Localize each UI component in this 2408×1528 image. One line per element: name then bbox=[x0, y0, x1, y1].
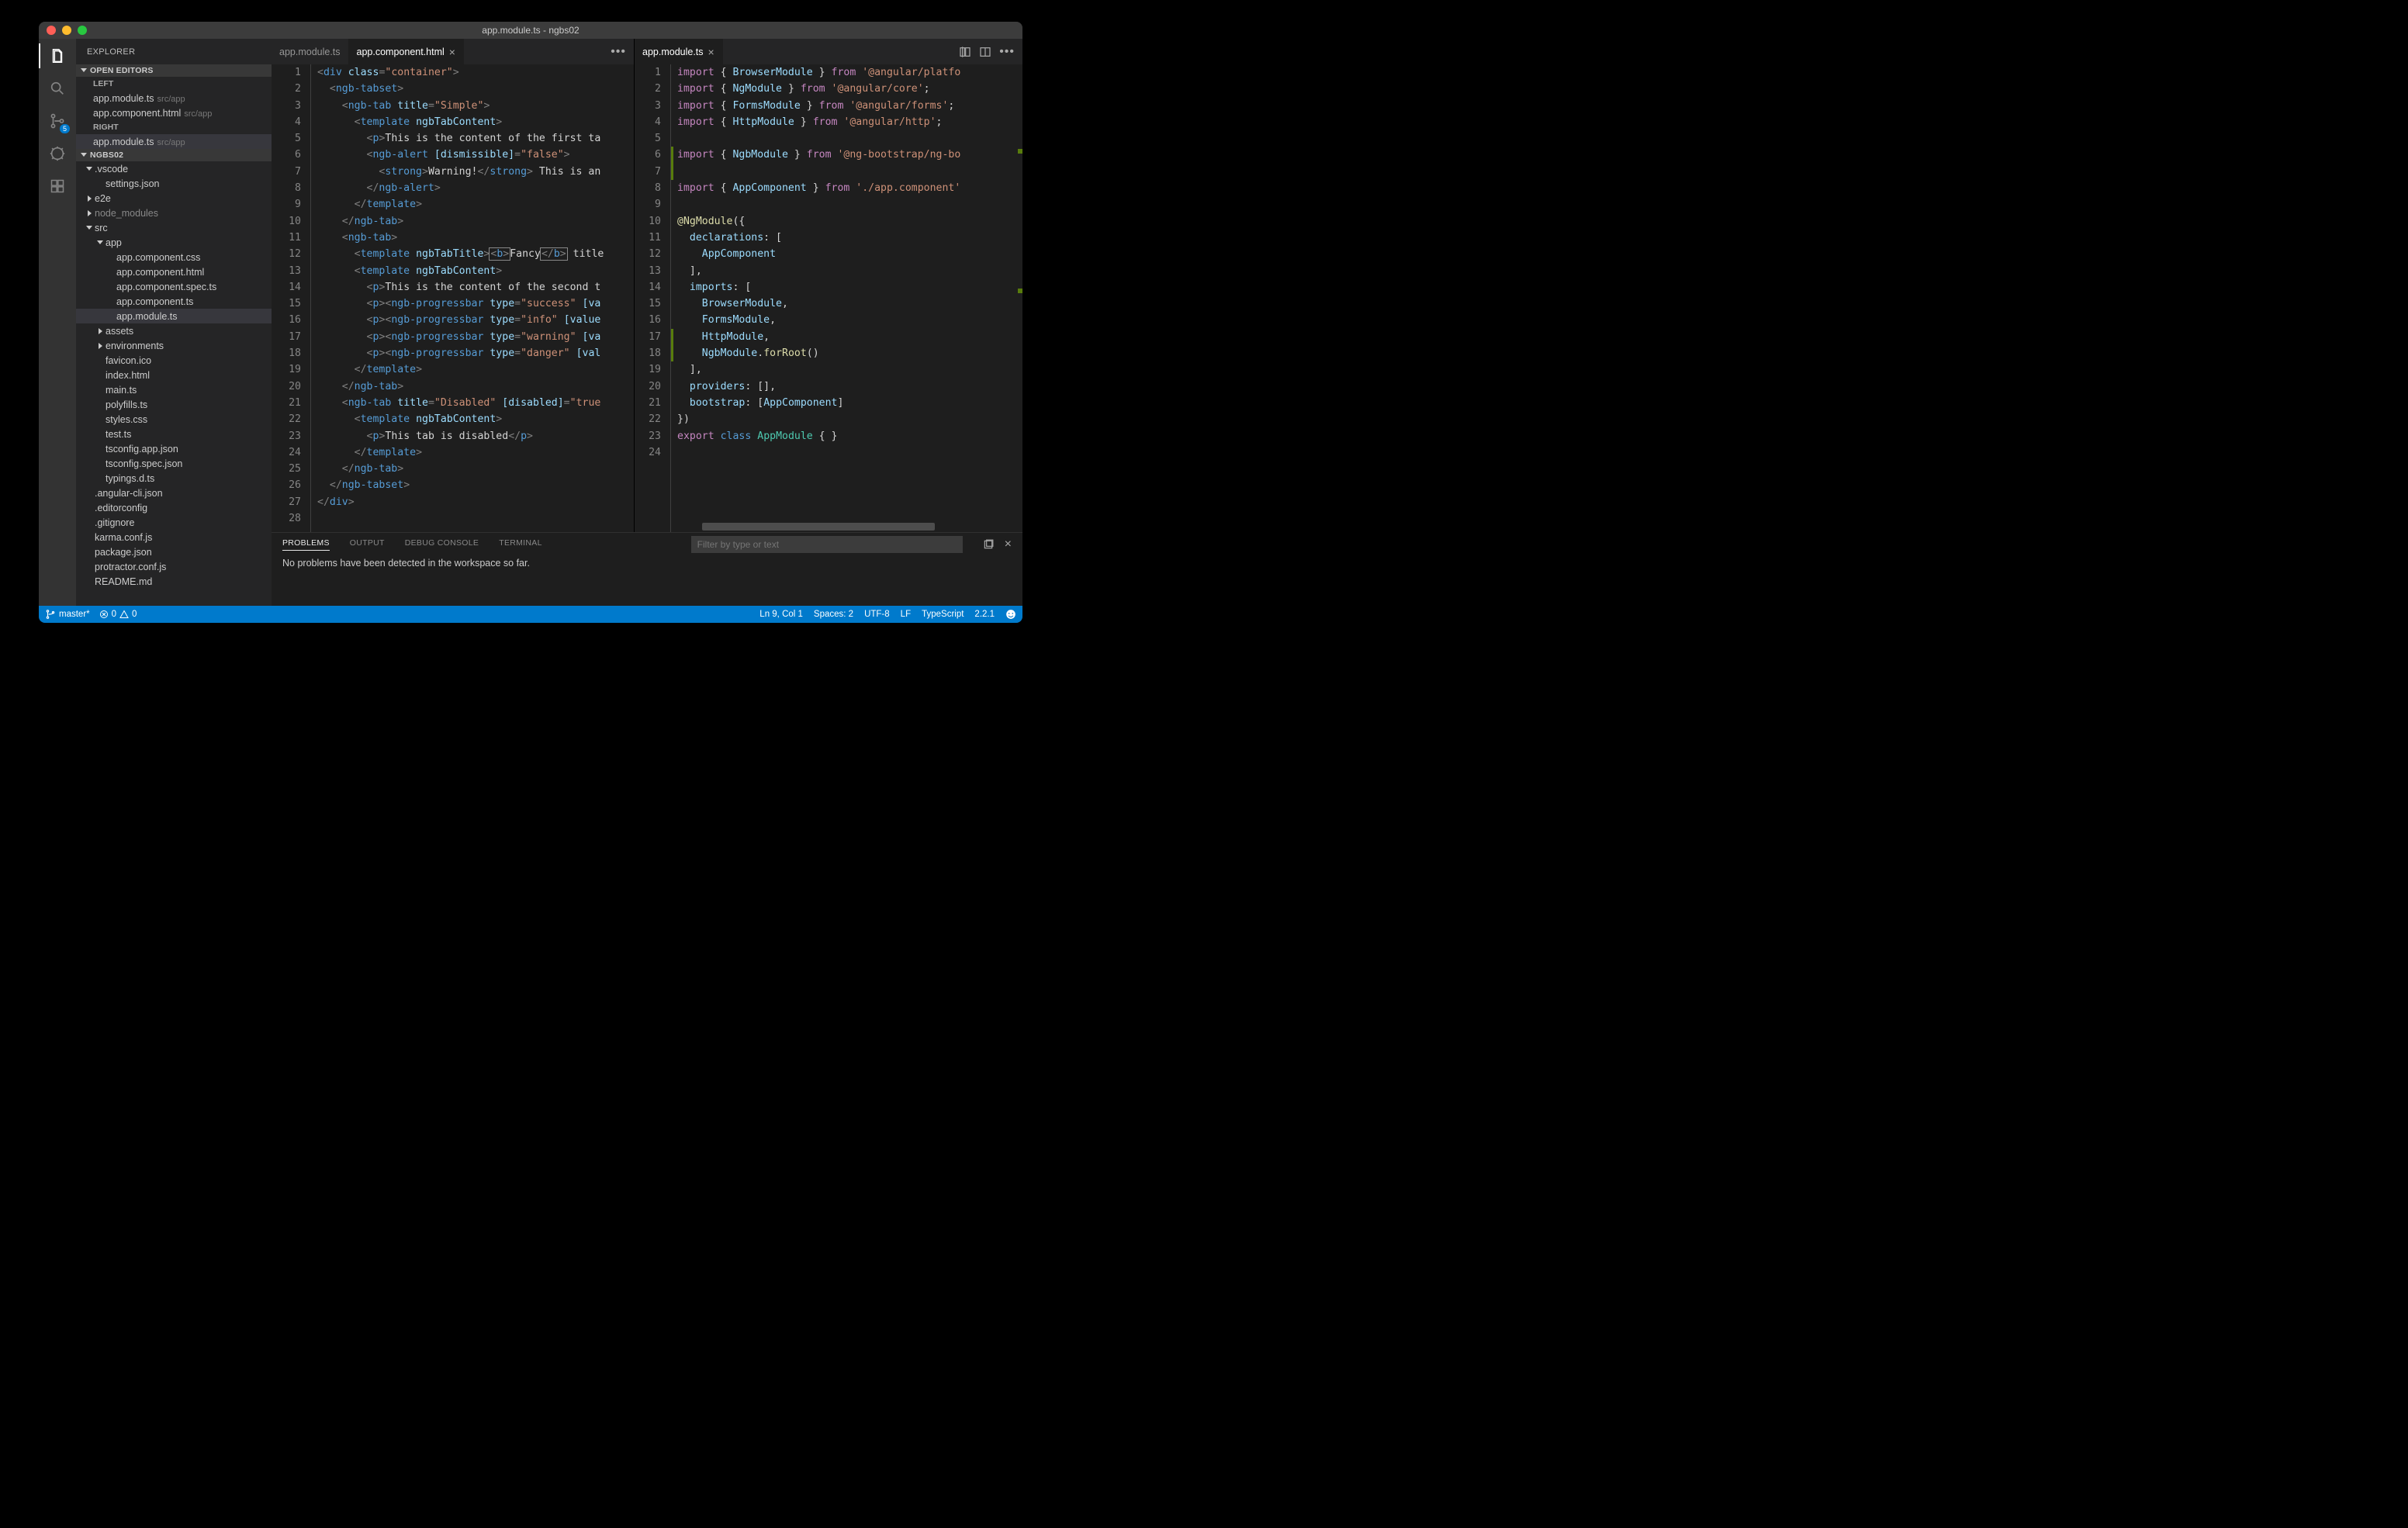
more-actions-icon[interactable]: ••• bbox=[999, 45, 1015, 59]
panel-maximize-icon[interactable] bbox=[983, 539, 994, 550]
debug-icon[interactable] bbox=[47, 143, 68, 164]
tree-item[interactable]: .angular-cli.json bbox=[76, 486, 272, 500]
git-branch[interactable]: master* bbox=[45, 609, 90, 620]
status-ln-col[interactable]: Ln 9, Col 1 bbox=[759, 610, 803, 619]
tree-item[interactable]: app.component.spec.ts bbox=[76, 279, 272, 294]
status-encoding[interactable]: UTF-8 bbox=[864, 610, 890, 619]
bottom-panel: PROBLEMS OUTPUT DEBUG CONSOLE TERMINAL × No… bbox=[272, 532, 1022, 606]
tab-close-icon[interactable]: × bbox=[708, 46, 714, 58]
tree-item[interactable]: main.ts bbox=[76, 382, 272, 397]
editor-tab[interactable]: app.module.ts bbox=[272, 39, 349, 64]
editor-group-right: app.module.ts× ••• 123456789101112131415… bbox=[635, 39, 1022, 532]
tree-item[interactable]: app.module.ts bbox=[76, 309, 272, 323]
tree-item[interactable]: styles.css bbox=[76, 412, 272, 427]
editor-left[interactable]: 1234567891011121314151617181920212223242… bbox=[272, 64, 634, 532]
tree-item[interactable]: node_modules bbox=[76, 206, 272, 220]
tree-item[interactable]: protractor.conf.js bbox=[76, 559, 272, 574]
editor-tab[interactable]: app.module.ts× bbox=[635, 39, 723, 64]
tree-item[interactable]: test.ts bbox=[76, 427, 272, 441]
editor-right[interactable]: 123456789101112131415161718192021222324 … bbox=[635, 64, 1022, 532]
tree-item[interactable]: README.md bbox=[76, 574, 272, 589]
status-problems[interactable]: 0 0 bbox=[99, 610, 137, 619]
more-actions-icon[interactable]: ••• bbox=[611, 45, 626, 59]
tree-item[interactable]: src bbox=[76, 220, 272, 235]
explorer-icon[interactable] bbox=[47, 45, 68, 67]
tree-item[interactable]: app.component.css bbox=[76, 250, 272, 264]
open-editor-item[interactable]: app.component.htmlsrc/app bbox=[76, 105, 272, 120]
tree-item[interactable]: environments bbox=[76, 338, 272, 353]
open-editors-right-label: RIGHT bbox=[76, 120, 272, 134]
panel-tab[interactable]: TERMINAL bbox=[499, 538, 542, 551]
sidebar-title: EXPLORER bbox=[76, 39, 272, 64]
status-eol[interactable]: LF bbox=[901, 610, 911, 619]
tree-item[interactable]: .gitignore bbox=[76, 515, 272, 530]
problems-message: No problems have been detected in the wo… bbox=[272, 556, 1022, 606]
tabs-right: app.module.ts× ••• bbox=[635, 39, 1022, 64]
window-minimize-button[interactable] bbox=[62, 26, 71, 35]
editor-group-left: app.module.tsapp.component.html× ••• 123… bbox=[272, 39, 635, 532]
panel-tab[interactable]: PROBLEMS bbox=[282, 538, 330, 551]
tree-item[interactable]: settings.json bbox=[76, 176, 272, 191]
status-bar: master* 0 0 Ln 9, Col 1 Spaces: 2 UTF-8 … bbox=[39, 606, 1022, 623]
panel-close-icon[interactable]: × bbox=[1005, 538, 1012, 551]
tree-item[interactable]: index.html bbox=[76, 368, 272, 382]
tree-item[interactable]: tsconfig.app.json bbox=[76, 441, 272, 456]
file-tree: .vscodesettings.jsone2enode_modulessrcap… bbox=[76, 161, 272, 606]
vscode-window: app.module.ts - ngbs02 5 EXPLORER bbox=[39, 22, 1022, 623]
open-editor-item[interactable]: app.module.tssrc/app bbox=[76, 91, 272, 105]
horizontal-scrollbar[interactable] bbox=[702, 523, 935, 531]
tree-item[interactable]: app.component.html bbox=[76, 264, 272, 279]
problems-filter-input[interactable] bbox=[691, 536, 963, 553]
panel-tab[interactable]: OUTPUT bbox=[350, 538, 385, 551]
source-control-icon[interactable]: 5 bbox=[47, 110, 68, 132]
activity-bar: 5 bbox=[39, 39, 76, 606]
status-ts-version[interactable]: 2.2.1 bbox=[974, 610, 995, 619]
panel-tab[interactable]: DEBUG CONSOLE bbox=[405, 538, 479, 551]
window-close-button[interactable] bbox=[47, 26, 56, 35]
tree-item[interactable]: polyfills.ts bbox=[76, 397, 272, 412]
tree-item[interactable]: package.json bbox=[76, 544, 272, 559]
status-language[interactable]: TypeScript bbox=[922, 610, 964, 619]
tree-item[interactable]: typings.d.ts bbox=[76, 471, 272, 486]
tab-close-icon[interactable]: × bbox=[449, 46, 455, 58]
project-section[interactable]: NGBS02 bbox=[76, 149, 272, 161]
open-editors-section[interactable]: OPEN EDITORS bbox=[76, 64, 272, 77]
tree-item[interactable]: e2e bbox=[76, 191, 272, 206]
search-icon[interactable] bbox=[47, 78, 68, 99]
window-title: app.module.ts - ngbs02 bbox=[39, 25, 1022, 36]
compare-icon[interactable] bbox=[959, 46, 971, 58]
tree-item[interactable]: .editorconfig bbox=[76, 500, 272, 515]
extensions-icon[interactable] bbox=[47, 175, 68, 197]
tree-item[interactable]: favicon.ico bbox=[76, 353, 272, 368]
feedback-icon[interactable] bbox=[1005, 609, 1016, 620]
tree-item[interactable]: tsconfig.spec.json bbox=[76, 456, 272, 471]
window-maximize-button[interactable] bbox=[78, 26, 87, 35]
explorer-sidebar: EXPLORER OPEN EDITORS LEFT app.module.ts… bbox=[76, 39, 272, 606]
open-editors-left-label: LEFT bbox=[76, 77, 272, 91]
open-editor-item[interactable]: app.module.tssrc/app bbox=[76, 134, 272, 149]
titlebar: app.module.ts - ngbs02 bbox=[39, 22, 1022, 39]
scm-badge: 5 bbox=[60, 124, 70, 133]
tabs-left: app.module.tsapp.component.html× ••• bbox=[272, 39, 634, 64]
tree-item[interactable]: app bbox=[76, 235, 272, 250]
status-spaces[interactable]: Spaces: 2 bbox=[814, 610, 853, 619]
tree-item[interactable]: .vscode bbox=[76, 161, 272, 176]
editor-tab[interactable]: app.component.html× bbox=[349, 39, 464, 64]
tree-item[interactable]: assets bbox=[76, 323, 272, 338]
tree-item[interactable]: karma.conf.js bbox=[76, 530, 272, 544]
split-editor-icon[interactable] bbox=[979, 46, 991, 58]
tree-item[interactable]: app.component.ts bbox=[76, 294, 272, 309]
